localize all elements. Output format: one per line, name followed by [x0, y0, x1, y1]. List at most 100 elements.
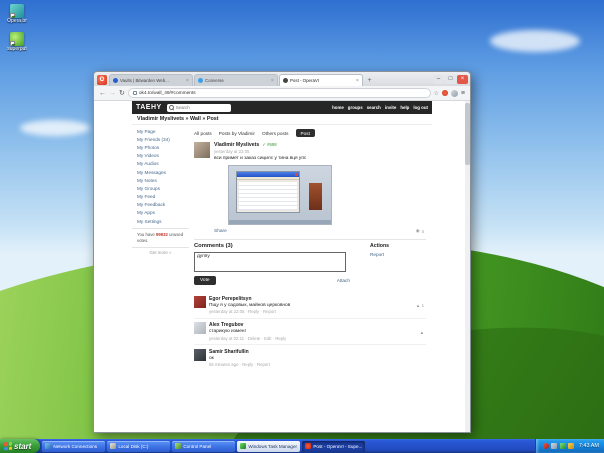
views-icon: ◉ — [416, 228, 420, 234]
attach-link[interactable]: Attach — [337, 278, 350, 283]
taskbar-button-label: Windows Task Manager — [248, 444, 297, 449]
nav-invite[interactable]: invite — [385, 105, 396, 110]
vote-count: 1 — [422, 303, 424, 308]
tab-others-posts[interactable]: Others posts — [262, 131, 289, 136]
desktop-icon-opera[interactable]: Opera br — [0, 4, 39, 25]
sidebar-item-my-messages[interactable]: My Messages — [132, 168, 189, 176]
reload-icon[interactable]: ↻ — [119, 90, 125, 97]
taskbar-clock[interactable]: 7:43 AM — [579, 443, 599, 449]
sidebar-item-my-groups[interactable]: My Groups — [132, 184, 189, 192]
sidebar-item-my-settings[interactable]: My Settings — [132, 217, 189, 225]
comment-meta[interactable]: 55 minutes ago · Reply · Report — [209, 362, 424, 367]
sidebar-item-my-page[interactable]: My Page — [132, 127, 189, 135]
browser-tab-converse[interactable]: Converse × — [194, 74, 278, 86]
post-author-name[interactable]: Vladimir Myslivets — [214, 142, 259, 148]
sidebar-item-my-apps[interactable]: My Apps — [132, 209, 189, 217]
new-tab-button[interactable]: + — [364, 75, 375, 86]
nav-search[interactable]: search — [367, 105, 381, 110]
nav-logout[interactable]: log out — [413, 105, 428, 110]
profile-icon[interactable] — [451, 90, 458, 97]
site-logo[interactable]: TAEHY — [136, 104, 162, 111]
taskbar-button-opera-active[interactable]: Post - OperaVI - Supe... — [302, 441, 365, 452]
sidebar-item-my-feedback[interactable]: My Feedback — [132, 201, 189, 209]
sidebar-item-my-audios[interactable]: My Audios — [132, 160, 189, 168]
tab-all-posts[interactable]: All posts — [194, 131, 212, 136]
comment-input[interactable]: дуппу — [194, 252, 346, 272]
desktop-icon-superput[interactable]: superput — [0, 32, 39, 53]
sidebar-item-my-photos[interactable]: My Photos — [132, 143, 189, 151]
nav-groups[interactable]: groups — [348, 105, 363, 110]
sidebar-item-my-notes[interactable]: My Notes — [132, 176, 189, 184]
tab-close-icon[interactable]: × — [271, 78, 274, 84]
extension-icon[interactable] — [442, 90, 448, 96]
sidebar-item-my-feed[interactable]: My Feed — [132, 193, 189, 201]
opera-icon — [305, 443, 311, 449]
vote-up-icon[interactable]: ▲ — [416, 303, 420, 308]
taskbar-button-local-disk[interactable]: Local Disk (C:) — [107, 441, 170, 452]
tab-favicon — [113, 78, 118, 83]
nav-home[interactable]: home — [332, 105, 344, 110]
votes-text: You have — [137, 232, 156, 237]
forward-icon[interactable]: → — [109, 90, 116, 97]
browser-menu-icon[interactable]: ≡ — [461, 90, 465, 97]
tab-title: Post - OperaVI — [290, 78, 354, 83]
post-image[interactable] — [228, 165, 332, 225]
comment-votes[interactable]: ▲ — [420, 324, 424, 341]
taskbar: start Network Connections Local Disk (C:… — [0, 439, 604, 453]
start-label: start — [14, 442, 31, 451]
browser-tab-post-active[interactable]: Post - OperaVI × — [279, 74, 363, 86]
opera-menu-button[interactable]: O — [97, 75, 107, 85]
actions-column: Actions Report — [370, 243, 426, 285]
sidebar: My Page My Friends (34) My Photos My Vid… — [132, 125, 189, 432]
url-field[interactable]: ok4.to/wall_49/#comments — [128, 88, 431, 98]
comment-meta[interactable]: yesterday at 02:11 · Delete · Edit · Rep… — [209, 336, 417, 341]
report-link[interactable]: Report — [370, 252, 426, 257]
get-more-link[interactable]: Get more » — [132, 248, 189, 257]
commenter-name[interactable]: Egor Perepelitsyn — [209, 296, 413, 302]
commenter-name[interactable]: Samir Sharifullin — [209, 349, 424, 355]
sidebar-item-my-videos[interactable]: My Videos — [132, 152, 189, 160]
search-input[interactable] — [176, 105, 229, 110]
maximize-button[interactable]: □ — [445, 75, 456, 84]
start-button[interactable]: start — [0, 439, 40, 453]
scrollbar-thumb[interactable] — [465, 103, 470, 165]
commenter-avatar[interactable] — [194, 322, 206, 334]
actions-heading: Actions — [370, 243, 426, 249]
comment-item: Egor Perepelitsyn Пщу я у садовык, майно… — [194, 292, 426, 318]
network-tray-icon[interactable] — [560, 443, 566, 449]
site-header: TAEHY home groups search invite help log… — [132, 101, 432, 114]
taskbar-button-control-panel[interactable]: Control Panel — [172, 441, 235, 452]
minimize-button[interactable]: – — [433, 75, 444, 84]
comment-item: Samir Sharifullin ок 55 minutes ago · Re… — [194, 344, 426, 371]
sidebar-item-my-friends[interactable]: My Friends (34) — [132, 135, 189, 143]
comment-meta[interactable]: yesterday at 22:05 · Reply · Report — [209, 309, 413, 314]
screenshot-menubar — [237, 177, 299, 180]
commenter-name[interactable]: Alex Tregubov — [209, 322, 417, 328]
tab-close-icon[interactable]: × — [186, 78, 189, 84]
taskbar-button-task-manager[interactable]: Windows Task Manager — [237, 441, 300, 452]
tab-posts-by-vladimir[interactable]: Posts by Vladimir — [219, 131, 255, 136]
tab-post-active[interactable]: Post — [296, 129, 315, 137]
nav-help[interactable]: help — [400, 105, 409, 110]
task-manager-icon — [240, 443, 246, 449]
disk-icon — [110, 443, 116, 449]
commenter-avatar[interactable] — [194, 349, 206, 361]
back-icon[interactable]: ← — [99, 90, 106, 97]
commenter-avatar[interactable] — [194, 296, 206, 308]
vote-up-icon[interactable]: ▲ — [420, 330, 424, 335]
post-author-avatar[interactable] — [194, 142, 210, 158]
close-button[interactable]: × — [457, 75, 468, 84]
site-search[interactable] — [167, 104, 231, 112]
security-tray-icon[interactable] — [543, 443, 549, 449]
share-link[interactable]: Share — [214, 229, 227, 234]
bookmark-star-icon[interactable]: ☆ — [434, 90, 439, 97]
comment-votes[interactable]: ▲ 1 — [416, 298, 424, 315]
submit-comment-button[interactable]: Vote — [194, 276, 216, 285]
screenshot-photo — [309, 183, 322, 210]
taskbar-button-network-connections[interactable]: Network Connections — [42, 441, 105, 452]
tab-close-icon[interactable]: × — [356, 78, 359, 84]
browser-tab-bitwarden[interactable]: Vaults | Bitwarden Web... × — [109, 74, 193, 86]
updates-tray-icon[interactable] — [568, 443, 574, 449]
volume-tray-icon[interactable] — [551, 443, 557, 449]
page-scrollbar[interactable] — [465, 101, 470, 432]
